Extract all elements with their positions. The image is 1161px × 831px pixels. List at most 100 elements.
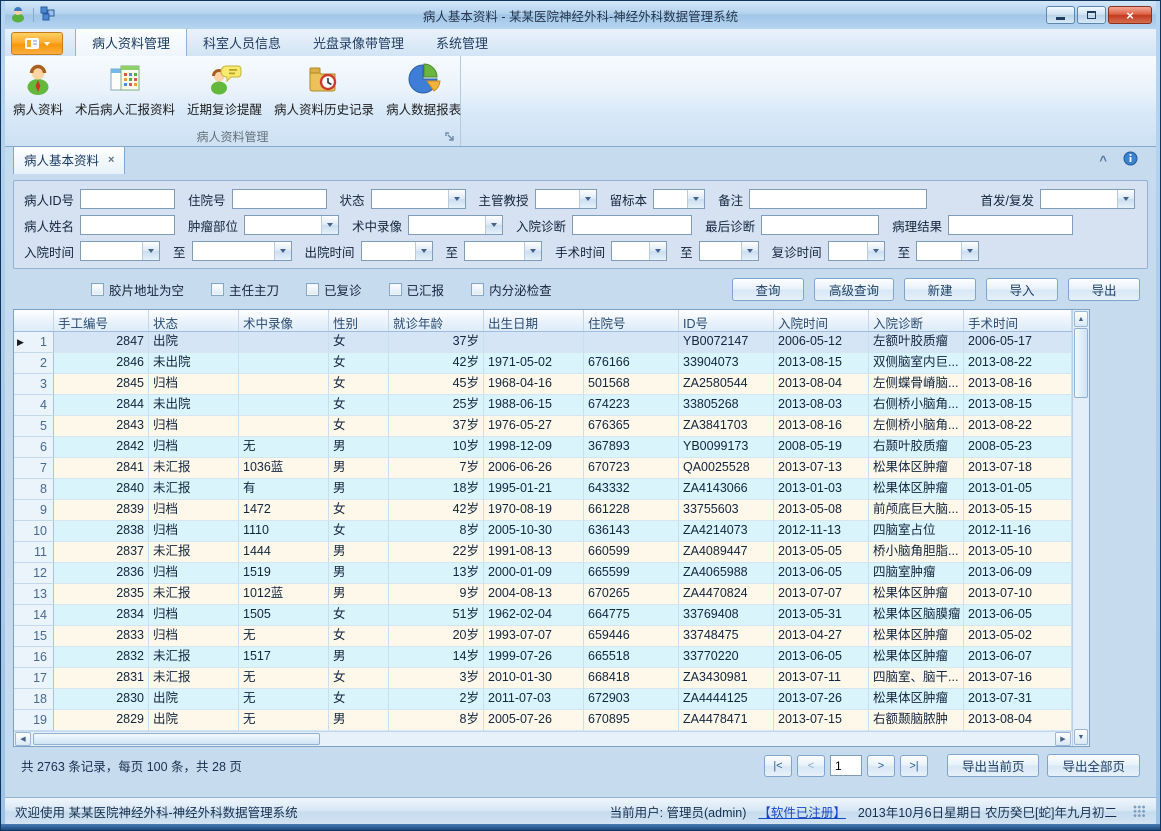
chevron-down-icon[interactable] bbox=[867, 242, 884, 260]
export-current-page-button[interactable]: 导出当前页 bbox=[947, 754, 1040, 777]
column-header-3[interactable]: 性别 bbox=[329, 310, 389, 331]
last-page-button[interactable]: >| bbox=[900, 755, 928, 777]
table-row[interactable]: 152833归档无女20岁1993-07-0765944633748475201… bbox=[14, 626, 1072, 647]
filter-combo-surgery-time-from[interactable] bbox=[611, 241, 667, 261]
registered-link[interactable]: 【软件已注册】 bbox=[758, 802, 846, 821]
horizontal-scrollbar[interactable]: ◀ ▶ bbox=[14, 731, 1072, 746]
filter-input-admission-no[interactable] bbox=[232, 189, 327, 209]
filter-checkbox-1[interactable]: 主任主刀 bbox=[211, 280, 279, 299]
ribbon-button-1[interactable]: 术后病人汇报资料 bbox=[70, 60, 180, 120]
column-header-8[interactable]: 入院时间 bbox=[774, 310, 869, 331]
table-row[interactable]: 42844未出院女25岁1988-06-15674223338052682013… bbox=[14, 395, 1072, 416]
filter-input-patient-id[interactable] bbox=[80, 189, 175, 209]
filter-combo-first-or-relapse[interactable] bbox=[1040, 189, 1135, 209]
chevron-down-icon[interactable] bbox=[741, 242, 758, 260]
filter-combo-revisit-time-to[interactable] bbox=[916, 241, 979, 261]
filter-combo-specimen[interactable] bbox=[653, 189, 705, 209]
table-row[interactable]: 192829出院无男8岁2005-07-26670895ZA4478471201… bbox=[14, 710, 1072, 731]
ribbon-button-4[interactable]: 病人数据报表 bbox=[381, 60, 466, 120]
table-row[interactable]: 182830出院无女2岁2011-07-03672903ZA4444125201… bbox=[14, 689, 1072, 710]
chevron-down-icon[interactable] bbox=[274, 242, 291, 260]
filter-combo-tumor-site[interactable] bbox=[244, 215, 339, 235]
chevron-down-icon[interactable] bbox=[961, 242, 978, 260]
info-button[interactable] bbox=[1123, 151, 1138, 169]
filter-combo-admit-time-to[interactable] bbox=[192, 241, 292, 261]
filter-combo-revisit-time-from[interactable] bbox=[828, 241, 885, 261]
table-row[interactable]: 52843归档女37岁1976-05-27676365ZA38417032013… bbox=[14, 416, 1072, 437]
chevron-down-icon[interactable] bbox=[485, 216, 502, 234]
filter-combo-discharge-time-to[interactable] bbox=[464, 241, 542, 261]
table-row[interactable]: 132835未汇报1012蓝男9岁2004-08-13670265ZA44708… bbox=[14, 584, 1072, 605]
scroll-down-icon[interactable]: ▼ bbox=[1074, 729, 1088, 745]
filter-combo-admit-time-from[interactable] bbox=[80, 241, 160, 261]
chevron-down-icon[interactable] bbox=[649, 242, 666, 260]
scroll-up-icon[interactable]: ▲ bbox=[1074, 311, 1088, 327]
export-all-pages-button[interactable]: 导出全部页 bbox=[1047, 754, 1140, 777]
chevron-down-icon[interactable] bbox=[448, 190, 465, 208]
filter-checkbox-4[interactable]: 内分泌检查 bbox=[471, 280, 552, 299]
chevron-down-icon[interactable] bbox=[142, 242, 159, 260]
scroll-left-icon[interactable]: ◀ bbox=[15, 732, 31, 746]
ribbon-tab-1[interactable]: 科室人员信息 bbox=[187, 28, 297, 56]
chevron-down-icon[interactable] bbox=[415, 242, 432, 260]
scroll-right-icon[interactable]: ▶ bbox=[1055, 732, 1071, 746]
column-header-0[interactable]: 手工编号 bbox=[54, 310, 149, 331]
ribbon-tab-0[interactable]: 病人资料管理 bbox=[75, 27, 187, 56]
vertical-scrollbar[interactable]: ▲ ▼ bbox=[1072, 310, 1089, 746]
filter-combo-chief-professor[interactable] bbox=[535, 189, 597, 209]
column-header-10[interactable]: 手术时间 bbox=[964, 310, 1072, 331]
collapse-panel-button[interactable]: ^ bbox=[1099, 153, 1107, 168]
close-button[interactable]: × bbox=[1108, 6, 1152, 24]
table-row[interactable]: 62842归档无男10岁1998-12-09367893YB0099173200… bbox=[14, 437, 1072, 458]
table-row[interactable]: 72841未汇报1036蓝男7岁2006-06-26670723QA002552… bbox=[14, 458, 1072, 479]
new-button[interactable]: 新建 bbox=[904, 278, 976, 301]
table-row[interactable]: 92839归档1472女42岁1970-08-19661228337556032… bbox=[14, 500, 1072, 521]
next-page-button[interactable]: > bbox=[867, 755, 895, 777]
filter-input-remark[interactable] bbox=[749, 189, 927, 209]
maximize-button[interactable] bbox=[1077, 6, 1106, 24]
filter-combo-status[interactable] bbox=[371, 189, 466, 209]
chevron-down-icon[interactable] bbox=[579, 190, 596, 208]
ribbon-button-3[interactable]: 病人资料历史记录 bbox=[269, 60, 379, 120]
column-header-6[interactable]: 住院号 bbox=[584, 310, 679, 331]
filter-input-admission-diagnosis[interactable] bbox=[572, 215, 692, 235]
chevron-down-icon[interactable] bbox=[524, 242, 541, 260]
query-button[interactable]: 查询 bbox=[732, 278, 804, 301]
filter-combo-surgery-time-to[interactable] bbox=[699, 241, 759, 261]
column-header-7[interactable]: ID号 bbox=[679, 310, 774, 331]
prev-page-button[interactable]: < bbox=[797, 755, 825, 777]
app-menu-button[interactable] bbox=[11, 32, 63, 55]
advanced-query-button[interactable]: 高级查询 bbox=[814, 278, 894, 301]
filter-checkbox-3[interactable]: 已汇报 bbox=[389, 280, 445, 299]
ribbon-button-2[interactable]: 近期复诊提醒 bbox=[182, 60, 267, 120]
chevron-down-icon[interactable] bbox=[687, 190, 704, 208]
import-button[interactable]: 导入 bbox=[986, 278, 1058, 301]
chevron-down-icon[interactable] bbox=[321, 216, 338, 234]
filter-checkbox-2[interactable]: 已复诊 bbox=[306, 280, 362, 299]
table-row[interactable]: 142834归档1505女51岁1962-02-0466477533769408… bbox=[14, 605, 1072, 626]
horizontal-scroll-thumb[interactable] bbox=[33, 733, 320, 745]
column-header-1[interactable]: 状态 bbox=[149, 310, 239, 331]
document-tab-patient-basic-info[interactable]: 病人基本资料 × bbox=[13, 147, 125, 174]
tab-close-icon[interactable]: × bbox=[108, 154, 114, 166]
table-row[interactable]: ▶12847出院女37岁YB00721472006-05-12左额叶胶质瘤200… bbox=[14, 332, 1072, 353]
chevron-down-icon[interactable] bbox=[1117, 190, 1134, 208]
column-header-4[interactable]: 就诊年龄 bbox=[389, 310, 484, 331]
resize-grip[interactable] bbox=[1133, 805, 1146, 818]
column-header-2[interactable]: 术中录像 bbox=[239, 310, 329, 331]
table-row[interactable]: 172831未汇报无女3岁2010-01-30668418ZA343098120… bbox=[14, 668, 1072, 689]
filter-combo-surgery-video[interactable] bbox=[408, 215, 503, 235]
table-row[interactable]: 102838归档1110女8岁2005-10-30636143ZA4214073… bbox=[14, 521, 1072, 542]
dialog-launcher-icon[interactable] bbox=[444, 131, 456, 143]
filter-input-final-diagnosis[interactable] bbox=[761, 215, 879, 235]
column-header-5[interactable]: 出生日期 bbox=[484, 310, 584, 331]
table-row[interactable]: 82840未汇报有男18岁1995-01-21643332ZA414306620… bbox=[14, 479, 1072, 500]
column-header-9[interactable]: 入院诊断 bbox=[869, 310, 964, 331]
ribbon-tab-2[interactable]: 光盘录像带管理 bbox=[297, 28, 420, 56]
table-row[interactable]: 22846未出院女42岁1971-05-02676166339040732013… bbox=[14, 353, 1072, 374]
filter-checkbox-0[interactable]: 胶片地址为空 bbox=[91, 280, 184, 299]
filter-combo-discharge-time-from[interactable] bbox=[361, 241, 433, 261]
page-number-input[interactable] bbox=[830, 755, 862, 776]
quick-access-icon[interactable] bbox=[40, 6, 55, 24]
first-page-button[interactable]: |< bbox=[764, 755, 792, 777]
